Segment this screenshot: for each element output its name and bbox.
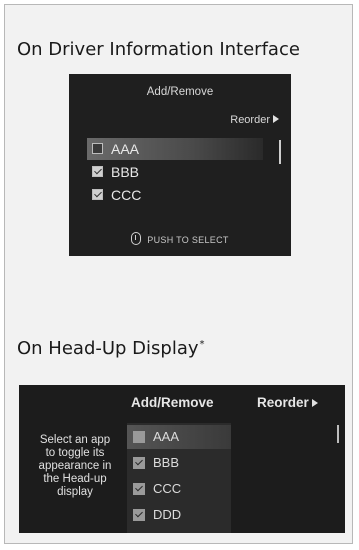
footnote-mark: * <box>199 339 205 350</box>
reorder-label: Reorder <box>230 114 270 126</box>
figure-panel: On Driver Information Interface Add/Remo… <box>4 4 353 544</box>
section-title-dii: On Driver Information Interface <box>17 39 300 60</box>
list-item-label: AAA <box>153 429 180 444</box>
list-item-ccc[interactable]: CCC <box>87 184 263 206</box>
driver-information-interface-screen: Add/Remove Reorder AAA BBB CCC PUSH TO S… <box>69 74 291 256</box>
app-list: AAA BBB CCC DDD <box>127 423 231 533</box>
list-item-label: BBB <box>153 455 180 470</box>
checkbox-checked-icon <box>133 509 145 521</box>
scrollbar <box>279 140 281 164</box>
list-item-label: AAA <box>111 141 140 157</box>
checkbox-checked-icon <box>92 189 103 200</box>
list-item-label: DDD <box>153 507 182 522</box>
checkbox-unchecked-icon <box>92 143 103 154</box>
list-item-label: CCC <box>111 187 142 203</box>
section-title-hud-text: On Head-Up Display <box>17 338 199 359</box>
selector-knob-icon <box>131 232 142 245</box>
list-item-aaa[interactable]: AAA <box>127 425 231 449</box>
right-arrow-icon <box>273 115 279 123</box>
head-up-display-screen: Add/Remove Reorder Select an app to togg… <box>19 385 345 533</box>
list-item-bbb[interactable]: BBB <box>87 161 263 183</box>
reorder-option[interactable]: Reorder <box>230 114 279 126</box>
scrollbar <box>337 425 339 443</box>
list-item-ccc[interactable]: CCC <box>127 477 231 501</box>
instruction-text: Select an app to toggle its appearance i… <box>27 434 123 499</box>
checkbox-checked-icon <box>133 483 145 495</box>
checkbox-unchecked-icon <box>133 431 145 443</box>
checkbox-checked-icon <box>92 166 103 177</box>
instruction-line: the Head-up <box>43 473 107 485</box>
checkbox-checked-icon <box>133 457 145 469</box>
push-to-select-hint: PUSH TO SELECT <box>69 232 291 245</box>
list-item-ddd[interactable]: DDD <box>127 503 231 527</box>
add-remove-header: Add/Remove <box>131 395 214 410</box>
list-item-bbb[interactable]: BBB <box>127 451 231 475</box>
push-to-select-label: PUSH TO SELECT <box>147 235 229 245</box>
reorder-option[interactable]: Reorder <box>257 395 318 410</box>
list-item-label: BBB <box>111 164 140 180</box>
instruction-line: display <box>57 486 93 498</box>
screen-title: Add/Remove <box>146 86 214 98</box>
instruction-line: appearance in <box>38 460 112 472</box>
instruction-line: Select an app <box>39 434 111 446</box>
section-title-hud: On Head-Up Display* <box>17 338 205 359</box>
list-item-aaa[interactable]: AAA <box>87 138 263 160</box>
reorder-label: Reorder <box>257 395 309 410</box>
right-arrow-icon <box>311 399 318 407</box>
instruction-line: to toggle its <box>45 447 105 459</box>
list-item-label: CCC <box>153 481 182 496</box>
